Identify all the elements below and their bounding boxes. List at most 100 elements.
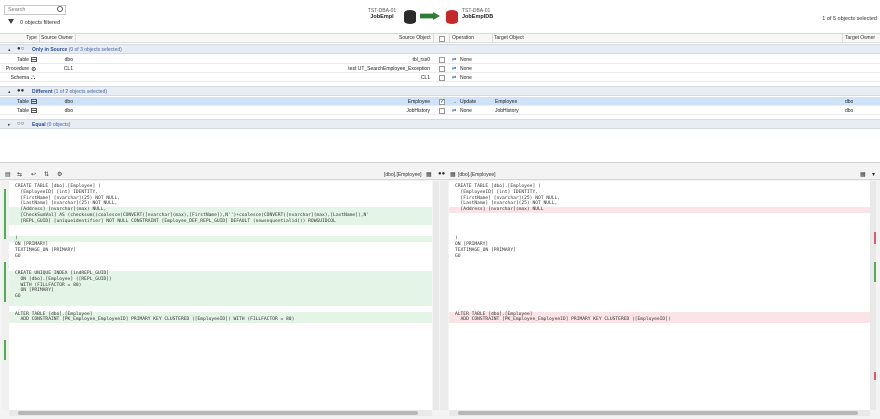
grid-header: Type Source Owner Source Object Operatio… — [0, 34, 880, 43]
diff-map[interactable] — [440, 181, 448, 410]
row-target-owner: dbo — [845, 98, 854, 105]
operation-icon: → — [452, 98, 457, 105]
select-all-checkbox[interactable] — [439, 35, 445, 42]
source-database-icon — [404, 10, 416, 24]
only-in-source-icon: ●○ — [17, 46, 25, 52]
table-row[interactable]: Procedure ⚙ CL1 test UT_SearchEmployee_E… — [0, 64, 880, 73]
left-vertical-scrollbar[interactable] — [433, 181, 439, 410]
row-operation[interactable]: None — [460, 75, 472, 81]
operation-icon: ⇄ — [452, 107, 457, 114]
row-checkbox[interactable] — [439, 107, 445, 114]
operation-icon: ⇄ — [452, 56, 457, 63]
table-row[interactable]: Schema ⛬ CL1 ⇄ None — [0, 73, 880, 82]
row-owner: dbo — [64, 56, 73, 63]
operation-icon: ⇄ — [452, 65, 457, 72]
row-source-object: test UT_SearchEmployee_Exception — [348, 65, 430, 72]
table-icon: ▦ — [450, 172, 456, 178]
row-type: Table — [17, 98, 29, 105]
table-icon — [31, 99, 37, 104]
col-target-owner[interactable]: Target Owner — [845, 35, 875, 41]
collapse-icon[interactable]: ▴ — [8, 47, 11, 53]
collapse-icon[interactable]: ▴ — [8, 89, 11, 95]
target-script-pane[interactable]: CREATE TABLE [dbo].[Employee] ( [Employe… — [449, 181, 870, 410]
table-icon — [31, 108, 37, 113]
row-source-object: tbl_rss0 — [412, 56, 430, 63]
table-row[interactable]: Table dbo Employee → Update Employee dbo — [0, 97, 880, 106]
different-icon: ●● — [17, 88, 25, 94]
expand-icon[interactable]: ▸ — [8, 122, 11, 128]
diff-toolbar: ▤ ⇆ ↩ ⇅ ⚙ [dbo].[Employee] ▦ ●● ▦ [dbo].… — [0, 169, 880, 180]
row-operation[interactable]: None — [460, 108, 472, 114]
source-database: TST-DBA-01 JobEmpl — [360, 8, 404, 20]
change-marker — [874, 232, 876, 244]
group-count: (0 of 3 objects selected) — [68, 47, 122, 53]
wrap-icon[interactable]: ↩ — [31, 171, 36, 178]
row-target-owner: dbo — [845, 107, 854, 114]
change-marker — [874, 262, 876, 282]
search-icon[interactable] — [57, 6, 63, 12]
table-icon — [31, 57, 37, 62]
row-type: Table — [17, 107, 29, 114]
group-title: Different — [32, 89, 53, 95]
chevron-down-icon[interactable]: ▾ — [872, 171, 875, 178]
row-type: Table — [17, 56, 29, 63]
table-row[interactable]: Table dbo JobHistory ⇄ None JobHistory d… — [0, 106, 880, 115]
col-type[interactable]: Type — [26, 35, 37, 41]
col-target-object[interactable]: Target Object — [494, 35, 524, 41]
source-script-pane[interactable]: CREATE TABLE [dbo].[Employee] ( [Employe… — [9, 181, 432, 410]
right-scroll-thumb[interactable] — [458, 411, 858, 415]
filter-icon[interactable] — [8, 19, 14, 24]
table-row[interactable]: Table dbo tbl_rss0 ⇄ None — [0, 55, 880, 64]
target-database-icon — [446, 10, 458, 24]
left-scroll-thumb[interactable] — [18, 411, 418, 415]
group-only-in-source[interactable]: ▴ ●○ Only in Source (0 of 3 objects sele… — [0, 44, 880, 54]
row-operation[interactable]: Update — [460, 99, 476, 105]
diff-view-icon[interactable]: ▤ — [5, 171, 11, 178]
row-type: Schema — [10, 74, 29, 81]
col-source-owner[interactable]: Source Owner — [41, 35, 73, 41]
change-marker — [4, 189, 6, 239]
filter-status: 0 objects filtered — [20, 20, 61, 26]
row-checkbox[interactable] — [439, 56, 445, 63]
group-title: Equal — [32, 122, 46, 128]
group-different[interactable]: ▴ ●● Different (1 of 2 objects selected) — [0, 86, 880, 96]
schema-icon: ⛬ — [31, 74, 36, 81]
row-operation[interactable]: None — [460, 57, 472, 63]
row-owner: dbo — [64, 98, 73, 105]
sync-scroll-icon[interactable]: ⇅ — [44, 171, 49, 178]
change-marker — [874, 372, 876, 380]
selection-count: 1 of 5 objects selected — [822, 16, 877, 22]
row-source-object: Employee — [407, 98, 430, 105]
layout-icon[interactable]: ▦ — [860, 171, 866, 178]
group-count: (1 of 2 objects selected) — [53, 89, 108, 95]
right-pane-title: [dbo].[Employee] — [458, 172, 496, 178]
col-operation[interactable]: Operation — [452, 35, 474, 41]
ignore-whitespace-icon[interactable]: ⇆ — [17, 171, 22, 178]
row-type: Procedure — [5, 65, 29, 72]
sync-direction-icon[interactable] — [420, 12, 440, 20]
procedure-icon: ⚙ — [31, 66, 37, 73]
settings-icon[interactable]: ⚙ — [57, 171, 62, 178]
row-owner: CL1 — [63, 65, 73, 72]
objects-grid: Type Source Owner Source Object Operatio… — [0, 34, 880, 162]
left-pane-title: [dbo].[Employee] — [384, 172, 422, 178]
change-marker — [4, 262, 6, 302]
group-equal[interactable]: ▸ ○○ Equal (0 objects) — [0, 119, 880, 129]
row-checkbox[interactable] — [439, 74, 445, 81]
target-database: TST-DBA-01 JobEmplDB — [462, 8, 510, 20]
equal-icon: ○○ — [17, 121, 25, 127]
col-source-object[interactable]: Source Object — [399, 35, 431, 41]
group-count: (0 objects) — [47, 122, 71, 128]
row-operation[interactable]: None — [460, 66, 472, 72]
row-owner: dbo — [64, 107, 73, 114]
row-checkbox[interactable] — [439, 98, 445, 105]
code-line: [REPL_GUID] [uniqueidentifier] NOT NULL … — [9, 218, 432, 225]
pane-splitter[interactable] — [0, 162, 880, 169]
change-marker — [4, 340, 6, 360]
row-checkbox[interactable] — [439, 65, 445, 72]
row-target-object: Employee — [495, 98, 518, 105]
